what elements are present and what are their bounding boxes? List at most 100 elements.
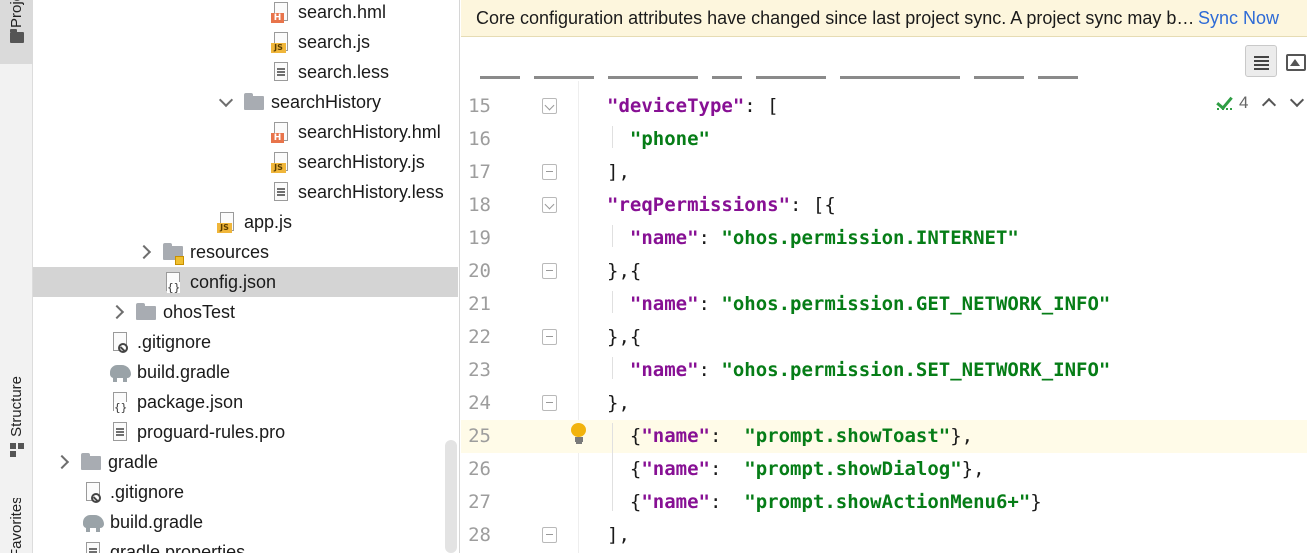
- tree-item-label: search.js: [298, 31, 371, 52]
- code-line[interactable]: 18 "reqPermissions": [{: [461, 189, 1307, 222]
- banner-message: Core configuration attributes have chang…: [476, 7, 1196, 28]
- text-file-icon: [83, 541, 103, 553]
- chevron-right-icon[interactable]: [110, 305, 124, 319]
- tree-item-root-build-gradle[interactable]: build.gradle: [33, 507, 459, 537]
- tree-item-label: searchHistory: [271, 91, 382, 112]
- line-number: 26: [468, 458, 491, 480]
- code-line[interactable]: 25 {"name": "prompt.showToast"},: [461, 420, 1307, 453]
- sync-notification-banner: Core configuration attributes have chang…: [461, 0, 1307, 37]
- folder-icon: [136, 301, 156, 323]
- fold-collapse-icon[interactable]: [542, 98, 557, 114]
- tree-item-searchhistory-folder[interactable]: searchHistory: [33, 87, 459, 117]
- code-line[interactable]: 28],: [461, 519, 1307, 552]
- tree-item-label: search.hml: [298, 1, 387, 22]
- text-file-icon: [110, 421, 130, 443]
- fold-end-icon[interactable]: [542, 263, 557, 279]
- fold-end-icon[interactable]: [542, 395, 557, 411]
- code-editor[interactable]: 15 "deviceType": [16 "phone" 17], 18 "reqPer…: [461, 81, 1307, 553]
- warning-count: 4: [1239, 93, 1249, 112]
- project-tab-label: Project: [8, 0, 25, 28]
- code-line[interactable]: 20},{: [461, 255, 1307, 288]
- tree-item-config-json[interactable]: {} config.json: [33, 267, 458, 297]
- tree-item-gradle-properties[interactable]: gradle.properties: [33, 537, 459, 553]
- tree-item-ohostest-folder[interactable]: ohosTest: [33, 297, 459, 327]
- tree-item-app-js[interactable]: JS app.js: [33, 207, 459, 237]
- indent-guide: [612, 225, 613, 247]
- line-number: 21: [468, 293, 491, 315]
- tree-item-build-gradle[interactable]: build.gradle: [33, 357, 459, 387]
- code-text: {"name": "prompt.showDialog"},: [607, 458, 985, 480]
- tree-item-package-json[interactable]: {} package.json: [33, 387, 459, 417]
- js-file-icon: JS: [217, 211, 237, 233]
- fold-collapse-icon[interactable]: [542, 197, 557, 213]
- line-number: 27: [468, 491, 491, 513]
- tree-item-label: build.gradle: [110, 511, 204, 532]
- tree-item-searchhistory-less[interactable]: searchHistory.less: [33, 177, 459, 207]
- code-text: ],: [607, 161, 630, 183]
- code-text: },: [607, 392, 630, 414]
- indent-guide: [612, 423, 613, 511]
- chevron-right-icon[interactable]: [55, 455, 69, 469]
- tree-item-proguard-rules[interactable]: proguard-rules.pro: [33, 417, 459, 447]
- code-text: "name": "ohos.permission.INTERNET": [629, 227, 1019, 249]
- chevron-right-icon[interactable]: [137, 245, 151, 259]
- line-number: 22: [468, 326, 491, 348]
- indent-guide: [612, 357, 613, 379]
- structure-tool-tab[interactable]: Structure: [0, 376, 33, 476]
- tree-item-label: searchHistory.hml: [298, 121, 441, 142]
- code-line[interactable]: 15 "deviceType": [: [461, 90, 1307, 123]
- code-line[interactable]: 24},: [461, 387, 1307, 420]
- tree-item-label: searchHistory.js: [298, 151, 425, 172]
- code-line[interactable]: 21 "name": "ohos.permission.GET_NETWORK_…: [461, 288, 1307, 321]
- line-number: 28: [468, 524, 491, 546]
- reader-mode-button[interactable]: [1245, 45, 1277, 77]
- tree-item-label: proguard-rules.pro: [137, 421, 286, 442]
- line-number: 20: [468, 260, 491, 282]
- gradle-file-icon: [83, 511, 104, 533]
- check-icon: [1215, 93, 1235, 113]
- fold-end-icon[interactable]: [542, 329, 557, 345]
- tree-item-gradle-folder[interactable]: gradle: [33, 447, 459, 477]
- code-line[interactable]: 16 "phone": [461, 123, 1307, 156]
- next-highlight-icon[interactable]: [1290, 96, 1304, 110]
- tree-item-root-gitignore[interactable]: .gitignore: [33, 477, 459, 507]
- tree-item-search-less[interactable]: search.less: [33, 57, 459, 87]
- tree-item-label: gradle: [108, 451, 159, 472]
- chevron-down-icon[interactable]: [218, 95, 232, 109]
- tree-item-resources-folder[interactable]: resources: [33, 237, 459, 267]
- tree-item-search-hml[interactable]: H search.hml: [33, 0, 459, 27]
- previous-highlight-icon[interactable]: [1262, 96, 1276, 110]
- code-line[interactable]: 19 "name": "ohos.permission.INTERNET": [461, 222, 1307, 255]
- folder-icon: [9, 29, 24, 43]
- resources-folder-icon: [163, 241, 184, 265]
- tree-item-searchhistory-js[interactable]: JS searchHistory.js: [33, 147, 459, 177]
- favorites-tool-tab[interactable]: Favorites: [0, 498, 33, 553]
- tool-window-strip: Project Structure Favorites: [0, 0, 33, 553]
- tree-item-searchhistory-hml[interactable]: H searchHistory.hml: [33, 117, 459, 147]
- fold-end-icon[interactable]: [542, 527, 557, 543]
- tree-item-label: package.json: [137, 391, 244, 412]
- lightbulb-intention-icon[interactable]: [571, 423, 587, 445]
- tree-item-gitignore[interactable]: .gitignore: [33, 327, 459, 357]
- code-line[interactable]: 22 },{: [461, 321, 1307, 354]
- project-tree[interactable]: H search.hml JS search.js search.less se…: [33, 0, 460, 553]
- text-file-icon: [271, 61, 291, 83]
- tree-item-label: app.js: [244, 211, 293, 232]
- project-tool-tab[interactable]: Project: [0, 0, 33, 64]
- code-line[interactable]: 27 {"name": "prompt.showActionMenu6+"}: [461, 486, 1307, 519]
- tree-scrollbar[interactable]: [445, 440, 457, 553]
- gitignore-file-icon: [83, 481, 103, 503]
- code-text: },{: [607, 326, 642, 348]
- js-file-icon: JS: [271, 151, 291, 173]
- sync-now-link[interactable]: Sync Now: [1198, 8, 1279, 29]
- tree-item-search-js[interactable]: JS search.js: [33, 27, 459, 57]
- code-line[interactable]: 26 {"name": "prompt.showDialog"},: [461, 453, 1307, 486]
- code-line[interactable]: 23 "name": "ohos.permission.SET_NETWORK_…: [461, 354, 1307, 387]
- inspection-widget[interactable]: 4: [1215, 89, 1304, 117]
- fold-end-icon[interactable]: [542, 164, 557, 180]
- editor-toolbar: [461, 37, 1307, 81]
- code-line[interactable]: 17],: [461, 156, 1307, 189]
- image-preview-icon[interactable]: [1283, 45, 1307, 77]
- folder-icon: [244, 91, 264, 113]
- line-number: 19: [468, 227, 491, 249]
